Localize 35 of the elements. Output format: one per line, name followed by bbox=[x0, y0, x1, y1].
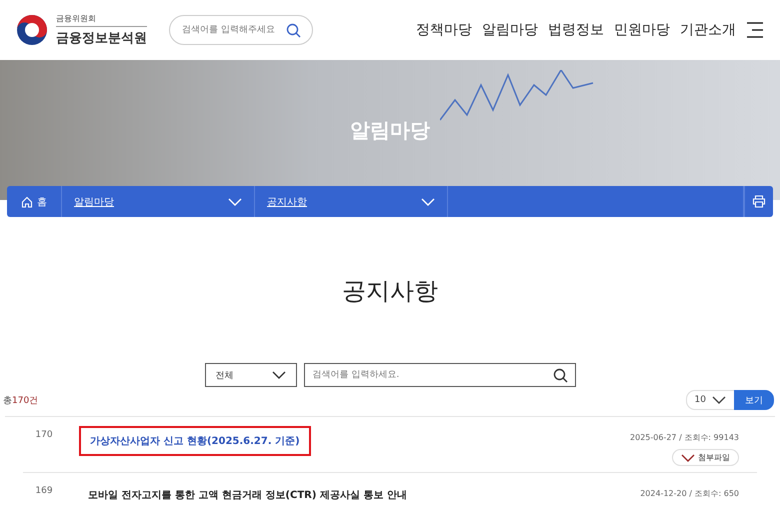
taegeuk-logo-icon bbox=[16, 14, 48, 46]
home-link[interactable]: 홈 bbox=[7, 186, 62, 217]
post-title-link[interactable]: 모바일 전자고지를 통한 고액 현금거래 정보(CTR) 제공사실 통보 안내 bbox=[79, 482, 416, 508]
attachment-button[interactable]: 첨부파일 bbox=[672, 449, 739, 466]
post-title-link[interactable]: 가상자산사업자 신고 현황(2025.6.27. 기준) bbox=[79, 426, 311, 456]
chevron-down-icon bbox=[681, 454, 695, 462]
search-icon bbox=[286, 23, 301, 38]
search-field[interactable]: 검색어를 입력하세요. bbox=[304, 363, 576, 387]
nav-link[interactable]: 민원마당 bbox=[614, 21, 670, 39]
view-button[interactable]: 보기 bbox=[734, 390, 774, 410]
print-icon[interactable] bbox=[752, 195, 766, 208]
org-parent-name: 금융위원회 bbox=[56, 13, 147, 27]
chevron-down-icon bbox=[272, 371, 286, 379]
nav-link[interactable]: 기관소개 bbox=[680, 21, 736, 39]
header-search-field[interactable]: 검색어를 입력해주세요 bbox=[169, 15, 313, 45]
breadcrumb-dropdown[interactable]: 알림마당 bbox=[62, 186, 255, 217]
nav-link[interactable]: 법령정보 bbox=[548, 21, 604, 39]
hero-title: 알림마당 bbox=[350, 116, 430, 144]
chevron-down-icon bbox=[712, 396, 726, 404]
post-meta: 2024-12-20 / 조회수: 650 bbox=[640, 488, 739, 499]
nav-link[interactable]: 정책마당 bbox=[416, 21, 472, 39]
menu-icon[interactable] bbox=[746, 22, 764, 38]
breadcrumb-dropdown[interactable]: 공지사항 bbox=[255, 186, 448, 217]
org-name: 금융정보분석원 bbox=[56, 30, 147, 47]
total-count: 총170건 bbox=[3, 394, 38, 406]
search-icon bbox=[552, 368, 568, 383]
category-select[interactable]: 전체 bbox=[204, 363, 296, 387]
page-title: 공지사항 bbox=[341, 276, 439, 307]
post-meta: 2025-06-27 / 조회수: 99143 bbox=[630, 432, 739, 443]
chevron-down-icon bbox=[421, 198, 435, 206]
chevron-down-icon bbox=[228, 198, 242, 206]
post-number: 170 bbox=[34, 429, 54, 442]
home-icon bbox=[21, 196, 33, 208]
nav-link[interactable]: 알림마당 bbox=[482, 21, 538, 39]
post-number: 169 bbox=[34, 485, 54, 498]
